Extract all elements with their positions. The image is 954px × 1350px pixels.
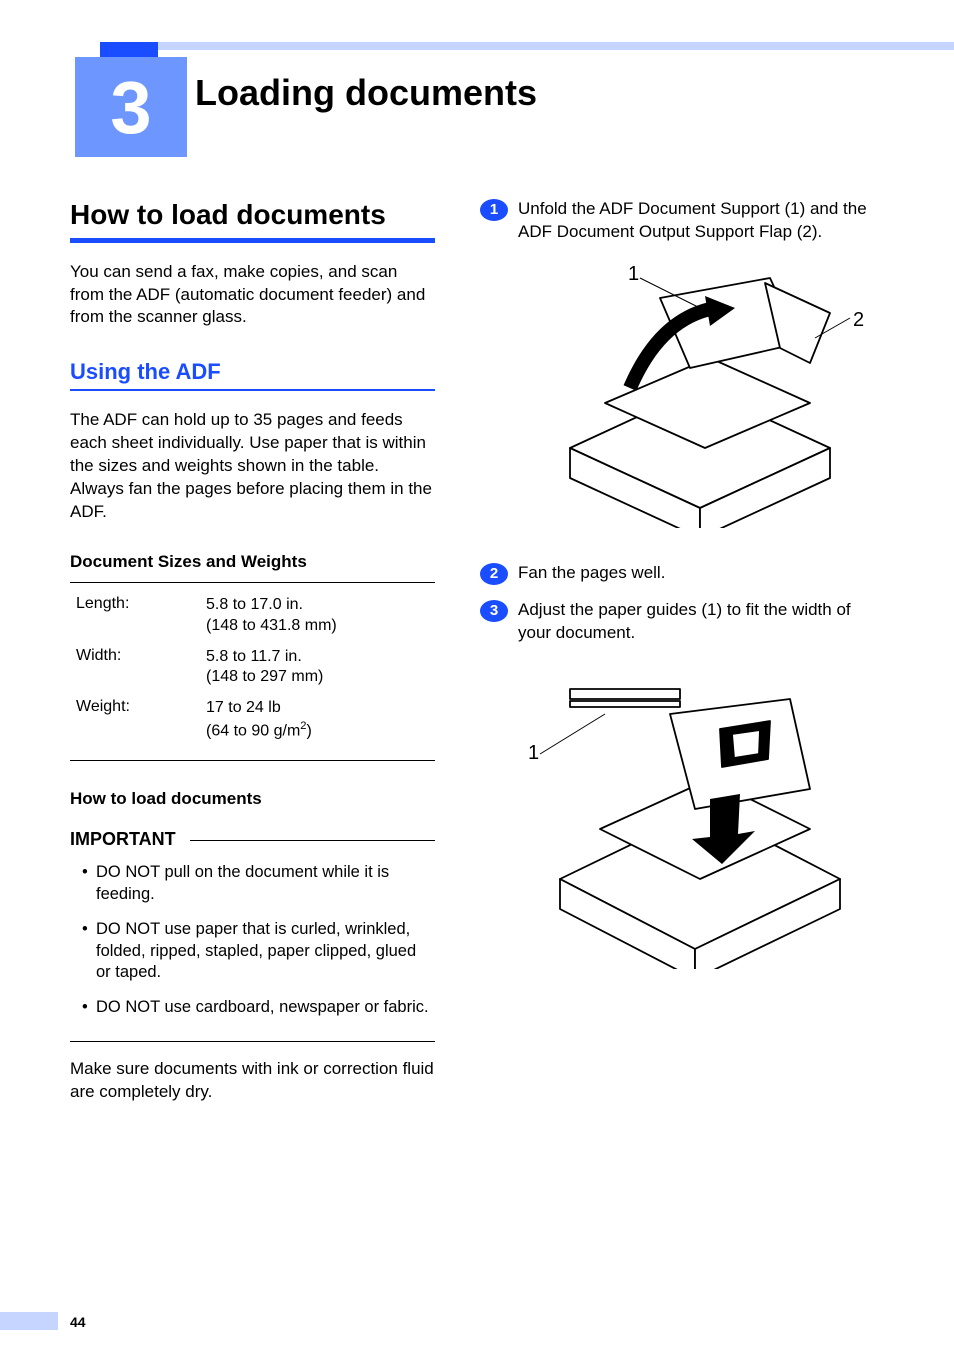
intro-paragraph: You can send a fax, make copies, and sca… [70, 261, 435, 330]
adf-paragraph: The ADF can hold up to 35 pages and feed… [70, 409, 435, 524]
step-badge-2: 2 [480, 563, 508, 585]
step-text: Adjust the paper guides (1) to fit the w… [518, 599, 880, 645]
important-list: DO NOT pull on the document while it is … [70, 862, 435, 1042]
howto-heading: How to load documents [70, 789, 435, 809]
spec-label: Weight: [76, 698, 206, 742]
spec-row-width: Width: 5.8 to 11.7 in. (148 to 297 mm) [76, 647, 435, 689]
spec-heading: Document Sizes and Weights [70, 552, 435, 572]
after-important-paragraph: Make sure documents with ink or correcti… [70, 1058, 435, 1104]
spec-row-length: Length: 5.8 to 17.0 in. (148 to 431.8 mm… [76, 595, 435, 637]
important-item: DO NOT use paper that is curled, wrinkle… [70, 919, 435, 983]
spec-row-weight: Weight: 17 to 24 lb (64 to 90 g/m2) [76, 698, 435, 742]
step-badge-3: 3 [480, 600, 508, 622]
page-tab [0, 1312, 58, 1330]
spec-value: 5.8 to 17.0 in. (148 to 431.8 mm) [206, 595, 435, 637]
chapter-number-box: 3 [75, 57, 187, 157]
left-column: How to load documents You can send a fax… [70, 198, 435, 1118]
important-item: DO NOT use cardboard, newspaper or fabri… [70, 997, 435, 1018]
header-bar-light [100, 42, 954, 50]
illustration-2: 1 [510, 659, 870, 969]
step-text: Unfold the ADF Document Support (1) and … [518, 198, 880, 244]
chapter-number: 3 [110, 65, 151, 150]
spec-label: Length: [76, 595, 206, 637]
spec-value: 5.8 to 11.7 in. (148 to 297 mm) [206, 647, 435, 689]
callout-1: 1 [528, 742, 539, 764]
right-column: 1 Unfold the ADF Document Support (1) an… [480, 198, 880, 1003]
chapter-title: Loading documents [195, 72, 537, 114]
spec-table: Length: 5.8 to 17.0 in. (148 to 431.8 mm… [70, 582, 435, 761]
callout-1: 1 [628, 263, 639, 285]
step-badge-1: 1 [480, 199, 508, 221]
step-1: 1 Unfold the ADF Document Support (1) an… [480, 198, 880, 244]
section-heading: How to load documents [70, 198, 435, 243]
step-3: 3 Adjust the paper guides (1) to fit the… [480, 599, 880, 645]
callout-2: 2 [853, 309, 864, 331]
spec-value: 17 to 24 lb (64 to 90 g/m2) [206, 698, 435, 742]
subsection-heading: Using the ADF [70, 359, 435, 391]
illustration-1: 1 2 [510, 258, 870, 528]
important-heading: IMPORTANT [70, 829, 435, 850]
page-number: 44 [70, 1314, 86, 1330]
spec-label: Width: [76, 647, 206, 689]
step-text: Fan the pages well. [518, 562, 880, 585]
important-item: DO NOT pull on the document while it is … [70, 862, 435, 905]
step-2: 2 Fan the pages well. [480, 562, 880, 585]
